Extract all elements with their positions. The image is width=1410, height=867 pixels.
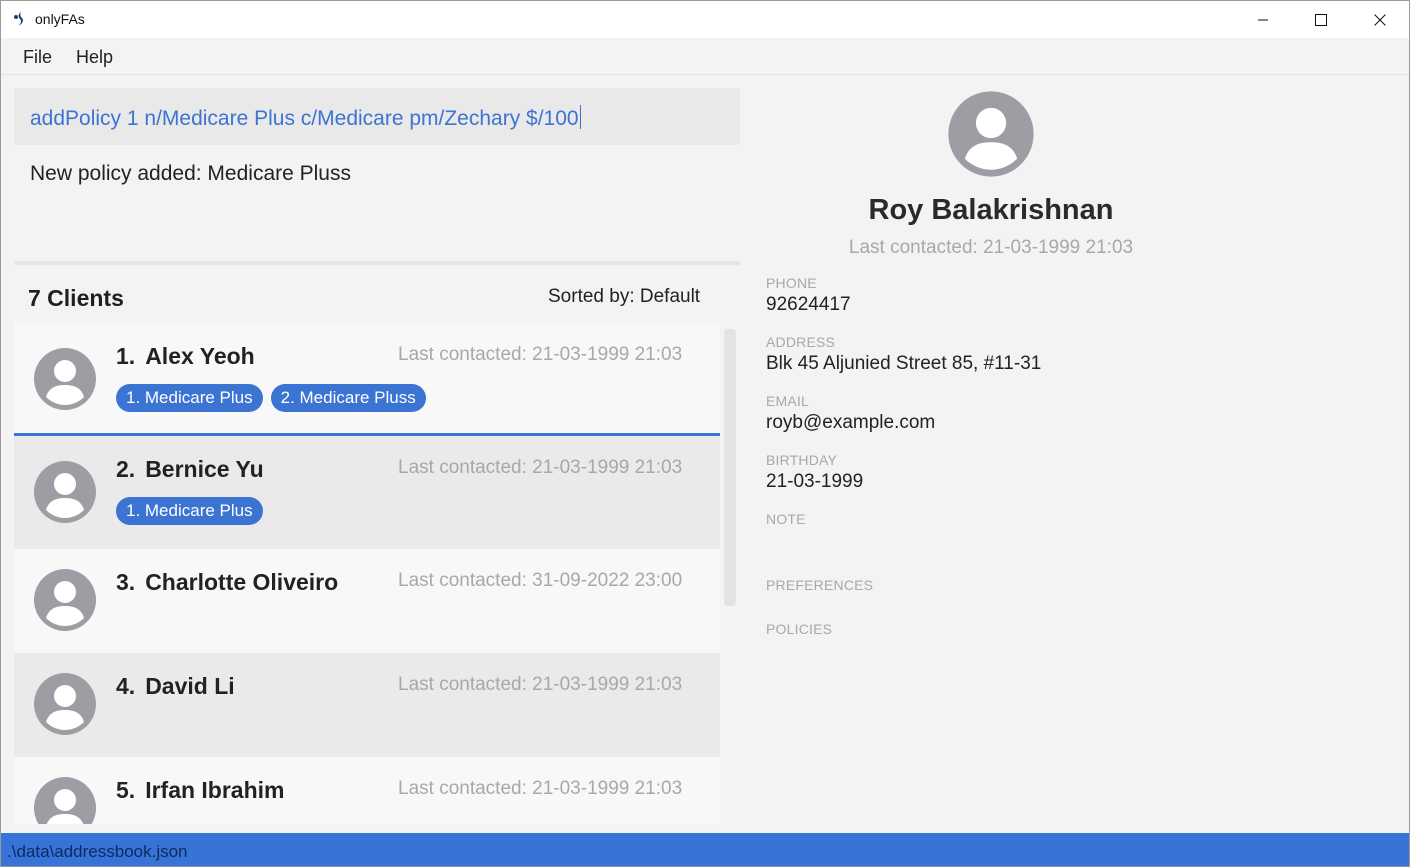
note-label: NOTE <box>766 511 806 527</box>
status-bar: .\data\addressbook.json <box>1 833 1409 866</box>
title-bar[interactable]: onlyFAs <box>1 1 1409 38</box>
client-index: 2. <box>116 456 136 482</box>
policy-tag: 1. Medicare Plus <box>116 384 263 412</box>
email-label: EMAIL <box>766 393 810 409</box>
maximize-icon <box>1315 13 1327 26</box>
client-card[interactable]: 4. David Li Last contacted: 21-03-1999 21… <box>14 653 720 757</box>
avatar-icon <box>34 673 96 735</box>
data-file-path: .\data\addressbook.json <box>7 842 188 861</box>
client-name: Irfan Ibrahim <box>145 777 285 803</box>
clients-count: 7 Clients <box>28 285 124 311</box>
policy-tags: 1. Medicare Plus 2. Medicare Pluss <box>116 384 426 412</box>
policy-tag: 2. Medicare Pluss <box>270 384 426 412</box>
close-button[interactable] <box>1351 1 1409 38</box>
client-list[interactable]: 1. Alex Yeoh Last contacted: 21-03-1999 2… <box>14 323 720 824</box>
client-last-contacted: Last contacted: 21-03-1999 21:03 <box>398 457 683 478</box>
client-card[interactable]: 1. Alex Yeoh Last contacted: 21-03-1999 2… <box>14 323 720 436</box>
email-value: royb@example.com <box>766 412 936 433</box>
avatar-icon <box>34 461 96 523</box>
result-message: New policy added: Medicare Pluss <box>30 162 351 185</box>
menu-help[interactable]: Help <box>76 47 113 68</box>
client-index: 1. <box>116 343 136 369</box>
app-logo-icon <box>14 12 23 26</box>
list-scrollbar[interactable] <box>724 329 736 606</box>
app-window: onlyFAs File Help addPolicy 1 n/Medicare… <box>0 0 1410 867</box>
policy-tag: 1. Medicare Plus <box>116 497 263 525</box>
client-last-contacted: Last contacted: 21-03-1999 21:03 <box>398 778 683 799</box>
avatar-icon <box>34 777 96 824</box>
menu-bar: File Help <box>1 38 1409 75</box>
client-name: David Li <box>145 673 235 699</box>
close-icon <box>1374 13 1386 26</box>
policies-label: POLICIES <box>766 621 833 637</box>
client-last-contacted: Last contacted: 21-03-1999 21:03 <box>398 674 683 695</box>
preferences-label: PREFERENCES <box>766 577 874 593</box>
minimize-button[interactable] <box>1234 1 1292 38</box>
client-card[interactable]: 2. Bernice Yu Last contacted: 21-03-1999 … <box>14 436 720 549</box>
maximize-button[interactable] <box>1292 1 1350 38</box>
birthday-label: BIRTHDAY <box>766 452 838 468</box>
window-title: onlyFAs <box>35 11 85 27</box>
client-card[interactable]: 3. Charlotte Oliveiro Last contacted: 31-… <box>14 549 720 653</box>
minimize-icon <box>1258 19 1268 20</box>
detail-name: Roy Balakrishnan <box>868 194 1114 226</box>
menu-file[interactable]: File <box>23 47 52 68</box>
client-name: Alex Yeoh <box>145 343 255 369</box>
detail-last-contacted: Last contacted: 21-03-1999 21:03 <box>848 237 1134 258</box>
client-index: 3. <box>116 569 136 595</box>
command-input[interactable]: addPolicy 1 n/Medicare Plus c/Medicare p… <box>14 88 740 145</box>
client-name: Charlotte Oliveiro <box>145 569 339 595</box>
phone-label: PHONE <box>766 275 817 291</box>
result-divider <box>14 261 740 265</box>
birthday-value: 21-03-1999 <box>766 471 864 492</box>
client-name: Bernice Yu <box>145 456 264 482</box>
avatar-icon <box>34 348 96 410</box>
policy-tags: 1. Medicare Plus <box>116 497 263 525</box>
address-value: Blk 45 Aljunied Street 85, #11-31 <box>766 353 1042 374</box>
detail-avatar-icon <box>948 91 1034 177</box>
address-label: ADDRESS <box>766 334 836 350</box>
sort-indicator[interactable]: Sorted by: Default <box>548 286 700 308</box>
phone-value: 92624417 <box>766 294 851 315</box>
client-last-contacted: Last contacted: 31-09-2022 23:00 <box>398 570 683 591</box>
command-text: addPolicy 1 n/Medicare Plus c/Medicare p… <box>30 107 579 130</box>
avatar-icon <box>34 569 96 631</box>
client-index: 5. <box>116 777 136 803</box>
client-index: 4. <box>116 673 136 699</box>
text-caret <box>579 105 581 129</box>
client-last-contacted: Last contacted: 21-03-1999 21:03 <box>398 344 683 365</box>
client-card[interactable]: 5. Irfan Ibrahim Last contacted: 21-03-19… <box>14 757 720 824</box>
